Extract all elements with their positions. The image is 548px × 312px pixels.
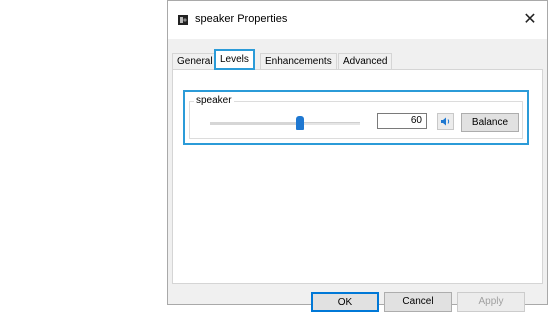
tab-advanced[interactable]: Advanced [338, 53, 393, 69]
tab-enhancements[interactable]: Enhancements [260, 53, 337, 69]
close-button[interactable]: ✕ [519, 9, 541, 31]
speaker-level-highlight: speaker 60 Balance [183, 90, 529, 145]
ok-button[interactable]: OK [311, 292, 379, 312]
volume-field[interactable]: 60 [377, 113, 427, 129]
properties-dialog: speaker Properties ✕ General Levels Enha… [167, 0, 548, 305]
mute-button[interactable] [437, 113, 454, 130]
close-icon: ✕ [523, 11, 537, 28]
cancel-button[interactable]: Cancel [384, 292, 452, 312]
group-label: speaker [194, 95, 234, 106]
tab-levels[interactable]: Levels [214, 49, 255, 70]
window-title: speaker Properties [195, 13, 288, 25]
title-bar[interactable]: speaker Properties ✕ [168, 1, 547, 39]
slider-thumb[interactable] [296, 116, 304, 130]
balance-button[interactable]: Balance [461, 113, 519, 132]
speaker-device-icon [177, 14, 189, 26]
tab-bar: General Levels Enhancements Advanced [172, 49, 543, 70]
levels-panel: speaker 60 Balance [172, 69, 543, 284]
speaker-volume-icon [438, 117, 453, 132]
volume-slider[interactable] [210, 116, 360, 130]
slider-fill [210, 122, 300, 125]
apply-button[interactable]: Apply [457, 292, 525, 312]
speaker-groupbox: speaker 60 Balance [189, 95, 523, 139]
tab-general[interactable]: General [172, 53, 218, 69]
